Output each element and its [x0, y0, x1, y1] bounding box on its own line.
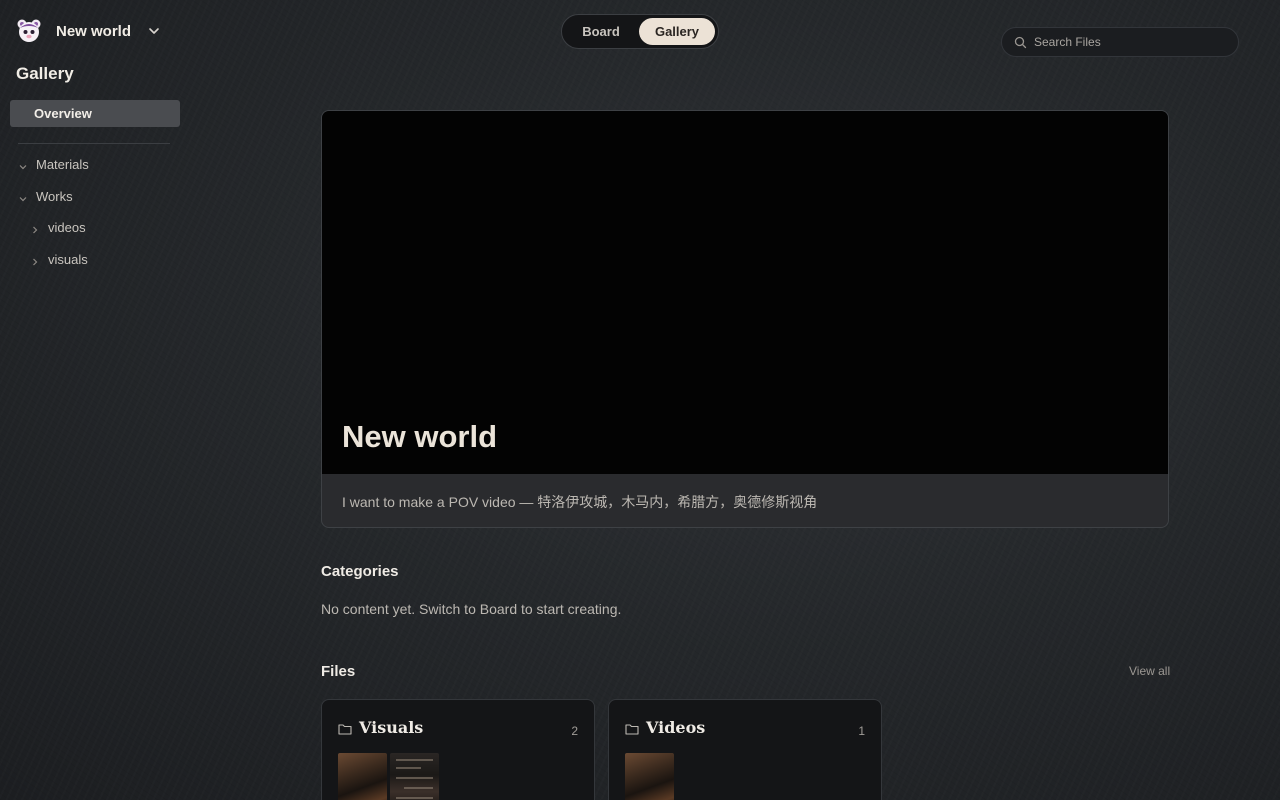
hero-card[interactable]: New world I want to make a POV video — 特… [321, 110, 1169, 528]
tree-item-visuals[interactable]: visuals [30, 252, 88, 267]
search-icon [1014, 36, 1027, 49]
tree-item-label: videos [48, 220, 86, 235]
view-all-link[interactable]: View all [1129, 664, 1170, 678]
hero-description: I want to make a POV video — 特洛伊攻城，木马内，希… [342, 494, 818, 510]
tree-item-label: visuals [48, 252, 88, 267]
folder-icon [625, 722, 639, 735]
chevron-down-icon [18, 192, 28, 202]
folder-count: 2 [571, 724, 578, 738]
sidebar-divider [18, 143, 170, 144]
tree-item-label: Materials [36, 157, 89, 172]
folder-header: Videos [625, 718, 705, 737]
tab-gallery[interactable]: Gallery [639, 18, 715, 45]
folder-name: Visuals [359, 718, 424, 737]
file-thumbnail[interactable] [625, 753, 674, 800]
chevron-down-icon [147, 24, 161, 38]
file-thumbnail[interactable] [390, 753, 439, 800]
file-thumbnail[interactable] [338, 753, 387, 800]
folder-icon [338, 722, 352, 735]
categories-empty-text: No content yet. Switch to Board to start… [321, 601, 622, 617]
tree-item-materials[interactable]: Materials [18, 157, 89, 172]
chevron-right-icon [30, 255, 40, 265]
tree-item-label: Works [36, 189, 73, 204]
categories-title: Categories [321, 563, 399, 580]
tree-item-videos[interactable]: videos [30, 220, 86, 235]
workspace-name: New world [56, 22, 132, 40]
workspace-switcher[interactable]: New world [16, 18, 161, 44]
sidebar: New world Gallery Overview Materials Wor… [0, 0, 200, 800]
tab-board[interactable]: Board [566, 18, 636, 45]
bear-logo-icon [16, 18, 42, 44]
tree-item-works[interactable]: Works [18, 189, 73, 204]
sidebar-item-overview[interactable]: Overview [10, 100, 180, 127]
chevron-down-icon [18, 160, 28, 170]
search-input[interactable] [1034, 35, 1224, 49]
folder-card-videos[interactable]: Videos 1 [608, 699, 882, 800]
hero-title: New world [342, 419, 498, 454]
view-toggle: Board Gallery [561, 14, 719, 49]
search-box[interactable] [1001, 27, 1239, 57]
sidebar-title: Gallery [16, 64, 74, 83]
chevron-right-icon [30, 223, 40, 233]
files-title: Files [321, 663, 356, 680]
folder-header: Visuals [338, 718, 423, 737]
folder-count: 1 [858, 724, 865, 738]
folder-card-visuals[interactable]: Visuals 2 [321, 699, 595, 800]
folder-name: Videos [646, 718, 706, 737]
